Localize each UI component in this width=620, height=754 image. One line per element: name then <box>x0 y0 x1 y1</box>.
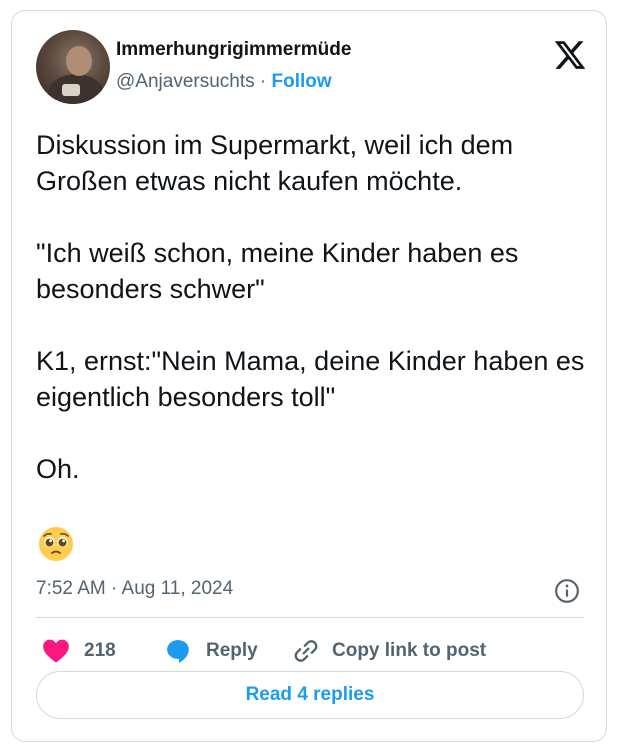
read-replies-label: Read 4 replies <box>245 684 375 705</box>
author-handle-row: @Anjaversuchts · Follow <box>116 71 332 93</box>
speech-bubble-icon <box>167 640 189 663</box>
heart-icon <box>43 639 69 663</box>
read-replies-button[interactable]: Read 4 replies <box>36 671 584 719</box>
action-bar: 218 Reply Copy link to post <box>36 635 584 667</box>
follow-button[interactable]: Follow <box>272 71 332 92</box>
handle-separator: · <box>254 71 272 92</box>
avatar[interactable] <box>36 30 110 104</box>
like-button[interactable]: 218 <box>42 635 116 667</box>
author-display-name[interactable]: Immerhungrigimmermüde <box>116 39 351 61</box>
reply-label: Reply <box>206 640 258 661</box>
copy-link-button[interactable]: Copy link to post <box>292 635 486 667</box>
reply-button[interactable]: Reply <box>164 635 258 667</box>
link-icon <box>294 640 318 662</box>
x-logo-icon[interactable] <box>552 38 588 72</box>
like-count: 218 <box>84 640 116 661</box>
copy-link-label: Copy link to post <box>332 640 487 661</box>
tweet-timestamp[interactable]: 7:52 AM · Aug 11, 2024 <box>36 578 233 600</box>
info-icon[interactable] <box>554 578 580 604</box>
tweet-text: Diskussion im Supermarkt, weil ich dem G… <box>36 130 585 484</box>
avatar-face <box>66 46 92 76</box>
author-handle[interactable]: @Anjaversuchts <box>116 71 255 92</box>
divider <box>36 617 584 618</box>
tweet-card: Immerhungrigimmermüde @Anjaversuchts · F… <box>11 10 607 742</box>
pleading-face-icon <box>39 527 73 561</box>
avatar-shirt-print <box>62 84 80 96</box>
